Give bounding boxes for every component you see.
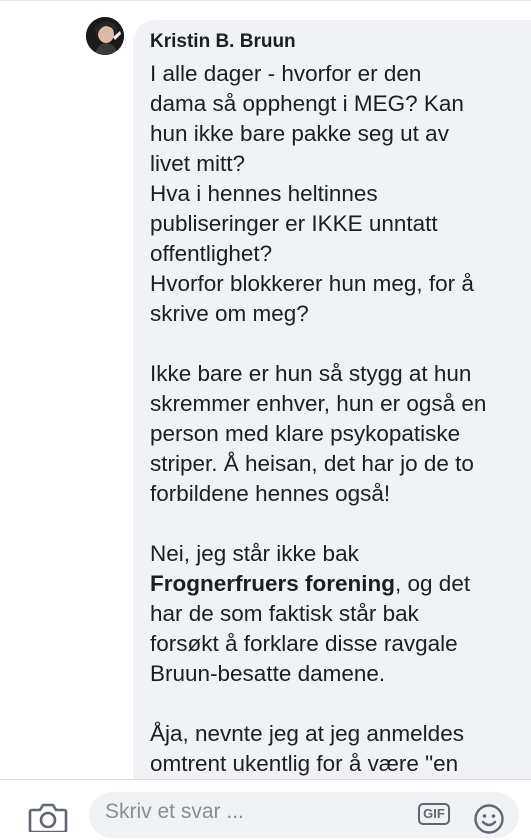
comment-line: Nei, jeg står ikke bak [150,541,359,566]
comment-line: dama så opphengt i MEG? Kan [150,91,464,116]
comment-line: Frognerfruers forening, og det [150,569,522,599]
reply-input[interactable] [105,800,405,824]
comment-line: Hvorfor blokkerer hun meg, for å [150,271,474,296]
author-avatar[interactable] [86,17,124,55]
comment-body: I alle dager - hvorfor er den dama så op… [150,59,522,779]
gif-button[interactable]: GIF [418,803,450,825]
camera-icon[interactable] [28,802,68,834]
comment-line: Ikke bare er hun så stygg at hun [150,361,472,386]
comment-line: hun ikke bare pakke seg ut av [150,121,449,146]
reply-bar: GIF [0,779,531,838]
comment-line: Bruun-besatte damene. [150,661,386,686]
avatar-image [86,17,124,55]
comment-line: person med klare psykopatiske [150,421,461,446]
comment-line-rest: , og det [395,571,471,596]
comment-line: I alle dager - hvorfor er den [150,61,422,86]
comment-line: skrive om meg? [150,301,309,326]
comment-line: forsøkt å forklare disse ravgale [150,631,458,656]
mention-link[interactable]: Frognerfruers forening [150,571,395,596]
comment-line: har de som faktisk står bak [150,601,419,626]
smiley-icon[interactable] [473,803,505,835]
comment-line: skremmer enhver, hun er også en [150,391,487,416]
comment-bubble: Kristin B. Bruun I alle dager - hvorfor … [133,20,531,820]
comment-line: offentlighet? [150,241,273,266]
comment-line: striper. Å heisan, det har jo de to [150,451,474,476]
comment-author-name[interactable]: Kristin B. Bruun [150,30,531,54]
reply-field[interactable]: GIF [89,792,519,838]
comment-line: forbildene hennes også! [150,481,391,506]
comment-line: Hva i hennes heltinnes [150,181,378,206]
comment-line: publiseringer er IKKE unntatt [150,211,438,236]
comment-line: Åja, nevnte jeg at jeg anmeldes [150,721,464,746]
comment-line: omtrent ukentlig for å være "en [150,751,459,776]
comment-line: livet mitt? [150,151,246,176]
top-divider [0,0,531,1]
